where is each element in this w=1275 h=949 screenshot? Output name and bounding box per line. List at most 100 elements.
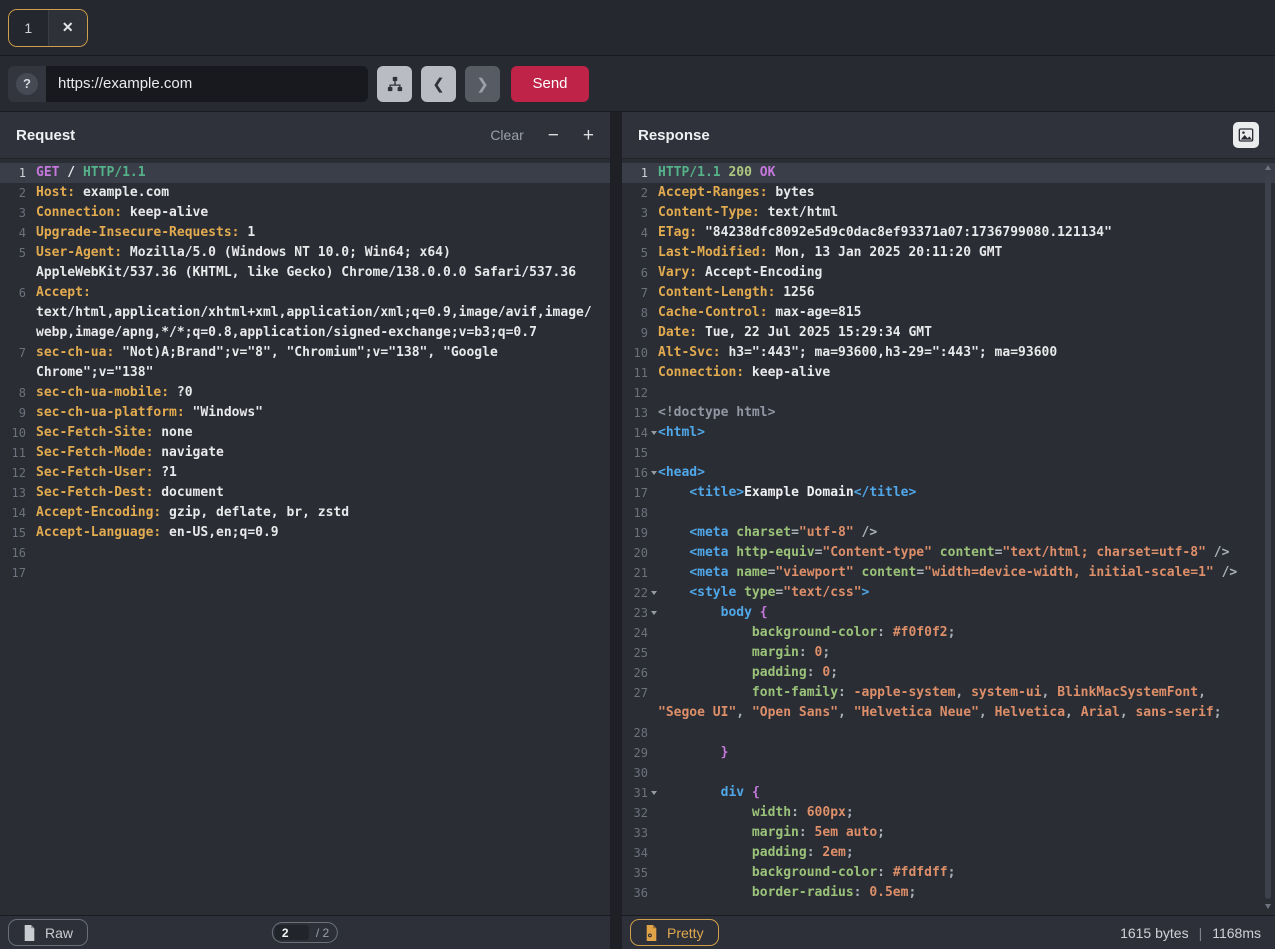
fold-chevron-icon[interactable] [651, 791, 657, 795]
scroll-up-icon[interactable] [1265, 165, 1271, 170]
code-line[interactable]: 33 margin: 5em auto; [622, 823, 1275, 843]
code-line[interactable]: 11Connection: keep-alive [622, 363, 1275, 383]
code-line[interactable]: 8Cache-Control: max-age=815 [622, 303, 1275, 323]
code-line[interactable]: 1GET / HTTP/1.1 [0, 163, 610, 183]
code-line[interactable]: 36 border-radius: 0.5em; [622, 883, 1275, 903]
page-number-input[interactable]: 2 [275, 925, 309, 940]
raw-toggle-button[interactable]: Raw [8, 919, 88, 946]
code-line[interactable]: 1HTTP/1.1 200 OK [622, 163, 1275, 183]
code-line[interactable]: 19 <meta charset="utf-8" /> [622, 523, 1275, 543]
line-content: Sec-Fetch-Dest: document [36, 483, 596, 503]
code-line[interactable]: 12Sec-Fetch-User: ?1 [0, 463, 610, 483]
code-line[interactable]: 15Accept-Language: en-US,en;q=0.9 [0, 523, 610, 543]
code-line[interactable]: 6Vary: Accept-Encoding [622, 263, 1275, 283]
code-line[interactable]: 20 <meta http-equiv="Content-type" conte… [622, 543, 1275, 563]
code-line[interactable]: 21 <meta name="viewport" content="width=… [622, 563, 1275, 583]
code-line[interactable]: 31 div { [622, 783, 1275, 803]
code-line[interactable]: 7Content-Length: 1256 [622, 283, 1275, 303]
code-line[interactable]: 9Date: Tue, 22 Jul 2025 15:29:34 GMT [622, 323, 1275, 343]
code-line[interactable]: 3Content-Type: text/html [622, 203, 1275, 223]
code-line[interactable]: 2Host: example.com [0, 183, 610, 203]
line-number: 12 [0, 463, 36, 483]
code-line[interactable]: 17 [0, 563, 610, 583]
panel-divider[interactable] [610, 112, 622, 949]
code-line[interactable]: 13Sec-Fetch-Dest: document [0, 483, 610, 503]
line-content [36, 563, 596, 583]
font-decrease-button[interactable]: − [548, 126, 559, 145]
code-line[interactable]: 14<html> [622, 423, 1275, 443]
fold-chevron-icon[interactable] [651, 471, 657, 475]
line-content [658, 443, 1247, 463]
response-editor[interactable]: 1HTTP/1.1 200 OK2Accept-Ranges: bytes3Co… [622, 159, 1275, 915]
fold-chevron-icon[interactable] [651, 611, 657, 615]
code-line[interactable]: 8sec-ch-ua-mobile: ?0 [0, 383, 610, 403]
code-line[interactable]: 29 } [622, 743, 1275, 763]
code-line[interactable]: 32 width: 600px; [622, 803, 1275, 823]
font-increase-button[interactable]: + [583, 126, 594, 145]
request-editor[interactable]: 1GET / HTTP/1.12Host: example.com3Connec… [0, 159, 610, 915]
connection-info-button[interactable]: ? [8, 66, 46, 102]
scroll-down-icon[interactable] [1265, 904, 1271, 909]
code-line[interactable]: 11Sec-Fetch-Mode: navigate [0, 443, 610, 463]
line-content: sec-ch-ua-mobile: ?0 [36, 383, 596, 403]
code-line[interactable]: 5Last-Modified: Mon, 13 Jan 2025 20:11:2… [622, 243, 1275, 263]
code-line[interactable]: 34 padding: 2em; [622, 843, 1275, 863]
line-number: 4 [622, 223, 658, 243]
line-content: Accept-Encoding: gzip, deflate, br, zstd [36, 503, 596, 523]
line-number: 7 [622, 283, 658, 303]
fold-chevron-icon[interactable] [651, 431, 657, 435]
code-line[interactable]: 5User-Agent: Mozilla/5.0 (Windows NT 10.… [0, 243, 610, 283]
line-content: <style type="text/css"> [658, 583, 1247, 603]
line-number: 14 [0, 503, 36, 523]
code-line[interactable]: 24 background-color: #f0f0f2; [622, 623, 1275, 643]
code-line[interactable]: 4Upgrade-Insecure-Requests: 1 [0, 223, 610, 243]
session-tab[interactable]: 1 ✕ [8, 9, 88, 47]
code-line[interactable]: 27 font-family: -apple-system, system-ui… [622, 683, 1275, 723]
response-time: 1168ms [1212, 925, 1261, 941]
code-line[interactable]: 15 [622, 443, 1275, 463]
close-tab-icon[interactable]: ✕ [48, 10, 88, 46]
code-line[interactable]: 7sec-ch-ua: "Not)A;Brand";v="8", "Chromi… [0, 343, 610, 383]
clear-button[interactable]: Clear [490, 127, 523, 143]
fold-chevron-icon[interactable] [651, 591, 657, 595]
code-line[interactable]: 2Accept-Ranges: bytes [622, 183, 1275, 203]
code-line[interactable]: 3Connection: keep-alive [0, 203, 610, 223]
code-line[interactable]: 17 <title>Example Domain</title> [622, 483, 1275, 503]
line-number: 17 [0, 563, 36, 583]
url-input[interactable] [46, 66, 368, 102]
code-line[interactable]: 35 background-color: #fdfdff; [622, 863, 1275, 883]
line-content: margin: 0; [658, 643, 1247, 663]
code-line[interactable]: 23 body { [622, 603, 1275, 623]
code-line[interactable]: 13<!doctype html> [622, 403, 1275, 423]
line-number: 17 [622, 483, 658, 503]
code-line[interactable]: 30 [622, 763, 1275, 783]
code-line[interactable]: 10Alt-Svc: h3=":443"; ma=93600,h3-29=":4… [622, 343, 1275, 363]
code-line[interactable]: 14Accept-Encoding: gzip, deflate, br, zs… [0, 503, 610, 523]
line-number: 29 [622, 743, 658, 763]
code-line[interactable]: 26 padding: 0; [622, 663, 1275, 683]
code-line[interactable]: 18 [622, 503, 1275, 523]
sitemap-button[interactable] [377, 66, 412, 102]
chevron-left-icon: ❮ [432, 75, 445, 93]
code-line[interactable]: 22 <style type="text/css"> [622, 583, 1275, 603]
response-scrollbar[interactable] [1264, 163, 1273, 911]
code-line[interactable]: 16 [0, 543, 610, 563]
code-line[interactable]: 10Sec-Fetch-Site: none [0, 423, 610, 443]
render-image-button[interactable] [1233, 122, 1259, 148]
code-line[interactable]: 25 margin: 0; [622, 643, 1275, 663]
pretty-toggle-button[interactable]: Pretty [630, 919, 719, 946]
code-line[interactable]: 9sec-ch-ua-platform: "Windows" [0, 403, 610, 423]
history-back-button[interactable]: ❮ [421, 66, 456, 102]
line-content [658, 723, 1247, 743]
line-number: 8 [622, 303, 658, 323]
line-number: 27 [622, 683, 658, 723]
scrollbar-thumb[interactable] [1265, 175, 1271, 899]
history-forward-button[interactable]: ❯ [465, 66, 500, 102]
code-line[interactable]: 6Accept: text/html,application/xhtml+xml… [0, 283, 610, 343]
line-content: <head> [658, 463, 1247, 483]
code-line[interactable]: 4ETag: "84238dfc8092e5d9c0dac8ef93371a07… [622, 223, 1275, 243]
code-line[interactable]: 12 [622, 383, 1275, 403]
code-line[interactable]: 28 [622, 723, 1275, 743]
code-line[interactable]: 16<head> [622, 463, 1275, 483]
send-button[interactable]: Send [511, 66, 589, 102]
